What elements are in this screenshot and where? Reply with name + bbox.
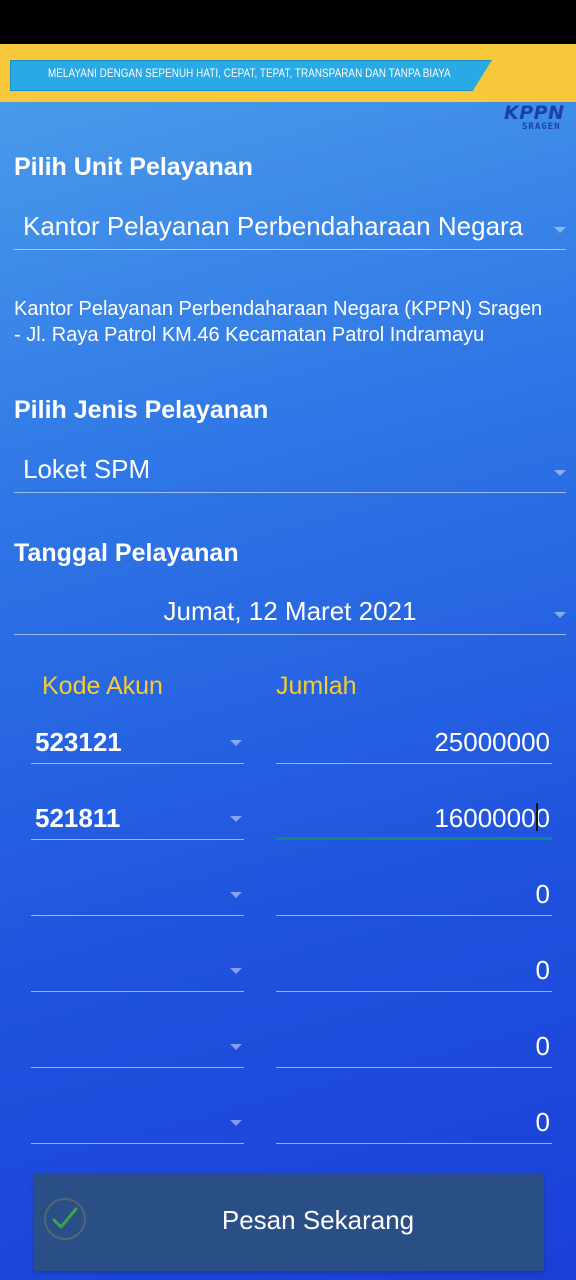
amount-input-focused[interactable]: 16000000 xyxy=(276,797,552,840)
service-select[interactable]: Loket SPM xyxy=(14,448,566,493)
text-cursor xyxy=(536,803,538,831)
dropdown-caret-icon xyxy=(230,1120,242,1126)
amount-input[interactable]: 0 xyxy=(276,873,552,916)
amount-value: 0 xyxy=(535,1107,550,1137)
amount-value: 16000000 xyxy=(434,803,550,833)
amount-input[interactable]: 25000000 xyxy=(276,721,552,764)
amount-input[interactable]: 0 xyxy=(276,949,552,992)
dropdown-caret-icon xyxy=(554,227,566,233)
account-code-select[interactable] xyxy=(31,873,244,916)
amount-input[interactable]: 0 xyxy=(276,1025,552,1068)
unit-label: Pilih Unit Pelayanan xyxy=(14,153,253,181)
unit-address: Kantor Pelayanan Perbendaharaan Negara (… xyxy=(14,298,543,346)
account-code-select[interactable]: 521811 xyxy=(31,797,244,840)
order-now-button[interactable]: Pesan Sekarang xyxy=(34,1173,544,1271)
service-label: Pilih Jenis Pelayanan xyxy=(14,396,269,424)
kppn-logo: KPPN SRAGEN xyxy=(504,102,572,132)
status-bar xyxy=(0,0,576,44)
dropdown-caret-icon xyxy=(230,892,242,898)
amount-value: 0 xyxy=(535,955,550,985)
service-select-value: Loket SPM xyxy=(23,454,151,484)
header-banner: MELAYANI DENGAN SEPENUH HATI, CEPAT, TEP… xyxy=(0,44,576,132)
account-code-select[interactable] xyxy=(31,1025,244,1068)
amount-input[interactable]: 0 xyxy=(276,1101,552,1144)
dropdown-caret-icon xyxy=(230,740,242,746)
amount-value: 0 xyxy=(535,879,550,909)
account-code-value: 523121 xyxy=(35,727,122,757)
logo-main-text: KPPN xyxy=(504,102,565,124)
order-now-label: Pesan Sekarang xyxy=(221,1205,415,1235)
dropdown-caret-icon xyxy=(230,816,242,822)
date-select-value: Jumat, 12 Maret 2021 xyxy=(163,596,417,626)
account-code-select[interactable]: 523121 xyxy=(31,721,244,764)
dropdown-caret-icon xyxy=(230,1044,242,1050)
dropdown-caret-icon xyxy=(554,470,566,476)
amount-header: Jumlah xyxy=(276,672,357,700)
dropdown-caret-icon xyxy=(554,612,566,618)
banner-tagline: MELAYANI DENGAN SEPENUH HATI, CEPAT, TEP… xyxy=(48,66,451,80)
account-code-header: Kode Akun xyxy=(42,672,163,700)
account-code-select[interactable] xyxy=(31,1101,244,1144)
dropdown-caret-icon xyxy=(230,968,242,974)
date-select[interactable]: Jumat, 12 Maret 2021 xyxy=(14,590,566,635)
logo-sub-text: SRAGEN xyxy=(522,122,561,132)
account-code-value: 521811 xyxy=(35,803,121,833)
unit-select[interactable]: Kantor Pelayanan Perbendaharaan Negara xyxy=(14,205,566,250)
amount-value-wrap: 16000000 xyxy=(434,803,550,834)
account-code-select[interactable] xyxy=(31,949,244,992)
unit-select-value: Kantor Pelayanan Perbendaharaan Negara xyxy=(23,211,524,241)
date-label: Tanggal Pelayanan xyxy=(14,539,239,567)
amount-value: 25000000 xyxy=(434,727,550,757)
amount-value: 0 xyxy=(535,1031,550,1061)
